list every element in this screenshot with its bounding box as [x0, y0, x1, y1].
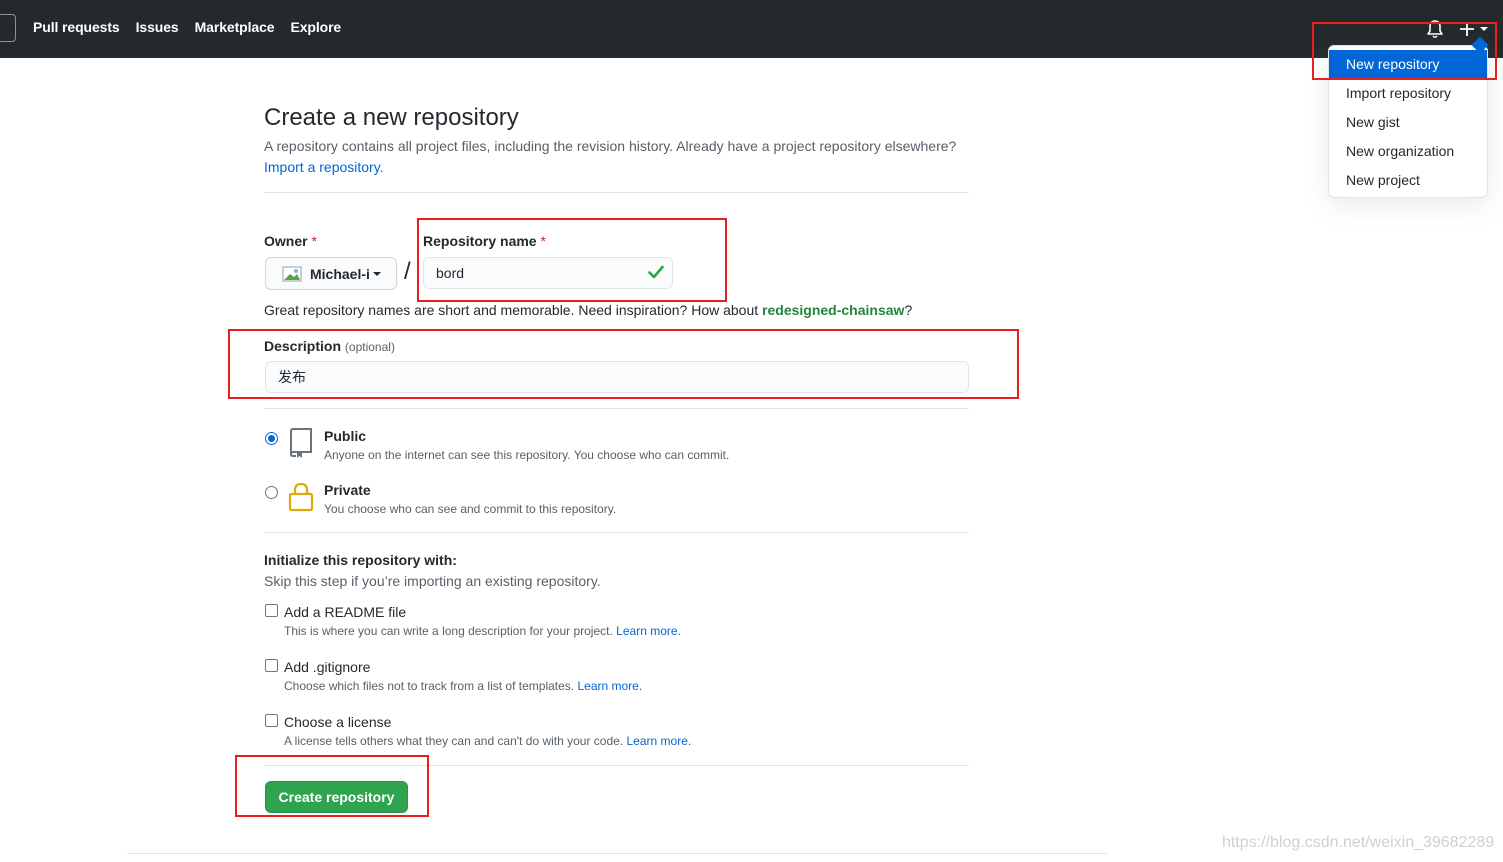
- readme-learn-more-link[interactable]: Learn more.: [616, 624, 681, 638]
- private-desc: You choose who can see and commit to thi…: [324, 502, 617, 516]
- readme-title: Add a README file: [284, 604, 407, 620]
- public-title: Public: [324, 428, 367, 444]
- check-icon: [648, 265, 664, 279]
- watermark: https://blog.csdn.net/weixin_39682289: [1222, 834, 1495, 851]
- import-suffix: .: [379, 159, 384, 175]
- license-checkbox[interactable]: [265, 714, 278, 727]
- nav-issues[interactable]: Issues: [136, 19, 179, 35]
- github-logo-icon[interactable]: [0, 14, 16, 42]
- dropdown-item-new-organization[interactable]: New organization: [1329, 137, 1487, 166]
- plus-dropdown-icon[interactable]: [1460, 19, 1490, 39]
- gitignore-learn-more-link[interactable]: Learn more.: [577, 679, 642, 693]
- init-subtitle: Skip this step if you’re importing an ex…: [264, 573, 601, 589]
- readme-desc-text: This is where you can write a long descr…: [284, 624, 613, 638]
- license-title: Choose a license: [284, 714, 392, 730]
- top-header: Pull requests Issues Marketplace Explore: [0, 0, 1503, 58]
- description-value: 发布: [278, 369, 306, 385]
- license-learn-more-link[interactable]: Learn more.: [627, 734, 692, 748]
- page-subtitle: A repository contains all project files,…: [264, 138, 957, 154]
- owner-avatar-icon: [282, 266, 302, 282]
- repo-name-hint: Great repository names are short and mem…: [264, 302, 912, 318]
- page-title: Create a new repository: [264, 104, 519, 131]
- gitignore-checkbox[interactable]: [265, 659, 278, 672]
- chevron-down-icon: [373, 272, 381, 276]
- description-input[interactable]: 发布: [265, 361, 969, 393]
- main-nav: Pull requests Issues Marketplace Explore: [33, 19, 341, 35]
- import-line: Import a repository.: [264, 159, 384, 175]
- gitignore-title: Add .gitignore: [284, 659, 371, 675]
- description-label: Description (optional): [264, 338, 395, 354]
- owner-repo-separator: /: [404, 258, 411, 285]
- gitignore-desc: Choose which files not to track from a l…: [284, 679, 642, 693]
- readme-desc: This is where you can write a long descr…: [284, 624, 681, 638]
- divider: [264, 408, 969, 409]
- name-suggestion-link[interactable]: redesigned-chainsaw: [762, 302, 904, 318]
- create-new-dropdown: New repository Import repository New gis…: [1328, 36, 1489, 198]
- license-desc-text: A license tells others what they can and…: [284, 734, 624, 748]
- description-label-text: Description: [264, 338, 342, 354]
- license-desc: A license tells others what they can and…: [284, 734, 691, 748]
- repo-name-required-mark: *: [540, 233, 546, 249]
- dropdown-item-new-repository[interactable]: New repository: [1329, 50, 1487, 79]
- private-title: Private: [324, 482, 371, 498]
- lock-icon: [288, 482, 314, 512]
- readme-checkbox[interactable]: [265, 604, 278, 617]
- divider: [264, 192, 969, 193]
- gitignore-desc-text: Choose which files not to track from a l…: [284, 679, 575, 693]
- footer-divider: [127, 853, 1107, 854]
- nav-explore[interactable]: Explore: [290, 19, 341, 35]
- repo-name-label-text: Repository name: [423, 233, 537, 249]
- private-radio[interactable]: [265, 486, 278, 499]
- nav-marketplace[interactable]: Marketplace: [195, 19, 275, 35]
- bell-icon[interactable]: [1426, 19, 1444, 39]
- description-optional: (optional): [344, 340, 395, 354]
- repo-name-hint-text: Great repository names are short and mem…: [264, 302, 763, 318]
- repo-name-hint-suffix: ?: [904, 302, 913, 318]
- repo-name-value: bord: [436, 265, 465, 281]
- import-repository-link[interactable]: Import a repository: [264, 159, 380, 175]
- divider: [264, 532, 969, 533]
- public-desc: Anyone on the internet can see this repo…: [324, 448, 730, 462]
- owner-label: Owner *: [264, 233, 317, 249]
- nav-pull-requests[interactable]: Pull requests: [33, 19, 120, 35]
- dropdown-item-new-project[interactable]: New project: [1329, 166, 1487, 195]
- owner-select[interactable]: Michael-i: [265, 257, 397, 290]
- dropdown-item-import-repository[interactable]: Import repository: [1329, 79, 1487, 108]
- owner-name: Michael-i: [310, 266, 370, 282]
- divider: [264, 765, 969, 766]
- init-title: Initialize this repository with:: [264, 552, 457, 568]
- public-radio[interactable]: [265, 432, 278, 445]
- repo-name-label: Repository name *: [423, 233, 546, 249]
- repo-icon: [290, 428, 312, 458]
- owner-required-mark: *: [311, 233, 317, 249]
- owner-label-text: Owner: [264, 233, 308, 249]
- create-repository-button[interactable]: Create repository: [265, 781, 408, 813]
- dropdown-item-new-gist[interactable]: New gist: [1329, 108, 1487, 137]
- repo-name-input[interactable]: bord: [423, 257, 673, 289]
